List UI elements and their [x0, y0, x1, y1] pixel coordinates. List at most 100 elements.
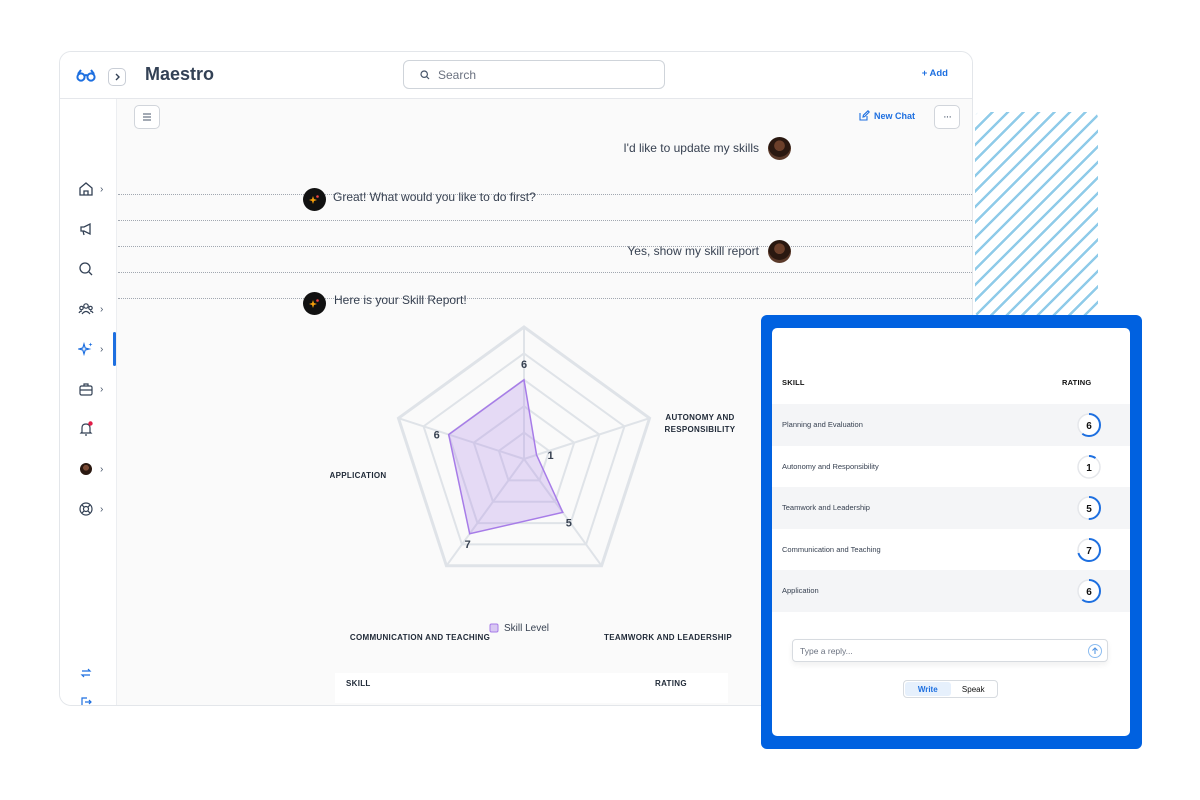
sparkles-icon — [309, 195, 319, 204]
table-row: Autonomy and Responsibility 1 — [772, 446, 1130, 488]
more-options-button[interactable]: ··· — [934, 105, 960, 129]
column-header-skill: SKILL — [782, 378, 805, 387]
search-input[interactable]: Search — [403, 60, 665, 89]
sidebar-item-people[interactable]: › — [78, 299, 112, 319]
table-header: SKILL RATING — [772, 356, 1130, 404]
arrow-up-icon — [1092, 647, 1098, 654]
sidebar-item-announcements[interactable] — [78, 219, 112, 239]
bot-message: Here is your Skill Report! — [334, 293, 467, 307]
skill-name: Teamwork and Leadership — [782, 503, 870, 513]
new-chat-button[interactable]: New Chat — [859, 110, 915, 121]
radar-axis-label: PLANNING AND EVALUATION — [464, 317, 585, 319]
active-indicator — [113, 332, 116, 366]
rating-value: 6 — [1086, 421, 1092, 432]
top-bar: Maestro Search + Add — [60, 52, 972, 99]
sidebar: › › › › › › — [60, 99, 117, 705]
rating-value: 5 — [1086, 504, 1092, 515]
radar-axis-label: COMMUNICATION AND TEACHING — [350, 633, 490, 642]
add-button[interactable]: + Add — [922, 68, 948, 79]
table-row: Teamwork and Leadership 5 — [772, 487, 1130, 530]
bot-avatar — [303, 188, 326, 211]
rating-ring: 6 — [1077, 413, 1101, 437]
avatar — [80, 463, 92, 475]
radar-value-label: 1 — [547, 450, 553, 462]
sidebar-item-support[interactable]: › — [78, 499, 112, 519]
send-button[interactable] — [1088, 644, 1102, 658]
sparkles-icon — [78, 341, 93, 357]
divider — [118, 220, 972, 221]
radar-value-label: 5 — [566, 517, 572, 529]
radar-value-label: 7 — [465, 539, 471, 551]
rating-ring: 5 — [1077, 496, 1101, 521]
user-message: I'd like to update my skills — [623, 141, 759, 155]
column-header-skill: SKILL — [346, 679, 371, 688]
divider — [118, 194, 972, 195]
table-row: Application 6 — [772, 570, 1130, 613]
bot-avatar — [303, 292, 326, 315]
reply-placeholder: Type a reply... — [800, 646, 853, 656]
radar-value-label: 6 — [434, 430, 440, 442]
chevron-right-icon: › — [100, 303, 104, 315]
search-icon — [420, 69, 430, 79]
bell-icon — [79, 421, 93, 436]
sidebar-item-notifications[interactable] — [78, 419, 112, 439]
table-row: Communication and Teaching 7 — [772, 529, 1130, 571]
skill-report-panel: SKILL RATING Planning and Evaluation 6 Aut… — [761, 315, 1142, 749]
people-icon — [78, 303, 94, 315]
sidebar-item-home[interactable]: › — [78, 179, 112, 199]
chevron-right-icon: › — [100, 503, 104, 515]
rating-ring: 7 — [1077, 537, 1101, 562]
rating-ring: 1 — [1077, 454, 1101, 479]
mode-toggle: Write Speak — [903, 680, 998, 698]
legend-label: Skill Level — [504, 623, 549, 634]
speak-mode-button[interactable]: Speak — [951, 682, 997, 696]
user-avatar — [768, 137, 791, 160]
logout-icon — [81, 697, 92, 705]
menu-icon — [143, 113, 151, 121]
chevron-right-icon: › — [100, 343, 104, 355]
skill-report-card: SKILL RATING Planning and Evaluation 6 Aut… — [772, 328, 1130, 736]
sidebar-item-profile[interactable]: › — [78, 459, 112, 479]
table-row: Planning and Evaluation 6 — [772, 404, 1130, 446]
chevron-right-icon: › — [100, 183, 104, 195]
radar-axis-label: RESPONSIBILITY — [665, 425, 736, 434]
rating-value: 6 — [1086, 587, 1092, 598]
sidebar-item-jobs[interactable]: › — [78, 379, 112, 399]
divider — [118, 298, 972, 299]
radar-axis-label: AUTONOMY AND — [665, 413, 734, 422]
radar-series-area — [447, 378, 564, 535]
expand-sidebar-button[interactable] — [108, 68, 126, 86]
sparkles-icon — [309, 299, 319, 308]
user-avatar — [768, 240, 791, 263]
bot-message: Great! What would you like to do first? — [333, 190, 536, 204]
user-message: Yes, show my skill report — [627, 244, 759, 258]
home-icon — [79, 182, 93, 196]
rating-ring: 6 — [1077, 579, 1101, 604]
skill-name: Planning and Evaluation — [782, 420, 863, 429]
switch-button[interactable] — [80, 663, 114, 683]
lifebuoy-icon — [79, 502, 93, 516]
search-placeholder: Search — [438, 67, 477, 82]
chevron-right-icon: › — [100, 463, 104, 475]
decorative-stripes — [975, 112, 1098, 317]
new-chat-label: New Chat — [874, 110, 916, 121]
radar-axis-label: APPLICATION — [330, 471, 386, 480]
skills-table-preview: SKILL RATING — [335, 673, 728, 703]
logo-icon — [76, 68, 96, 87]
logout-button[interactable] — [80, 692, 114, 705]
divider — [118, 272, 972, 273]
sidebar-item-search[interactable] — [78, 259, 112, 279]
divider — [118, 246, 972, 247]
rating-value: 7 — [1086, 546, 1092, 557]
column-header-rating: RATING — [655, 679, 687, 688]
rating-value: 1 — [1086, 463, 1092, 474]
reply-input[interactable]: Type a reply... — [792, 639, 1108, 662]
menu-button[interactable] — [134, 105, 160, 129]
sidebar-item-ai[interactable]: › — [78, 339, 112, 359]
briefcase-icon — [79, 383, 93, 396]
skill-name: Autonomy and Responsibility — [782, 461, 879, 471]
skill-radar-chart: 6 1 5 7 6 PLANNING AND EVALUATION AUTONOMY AND… — [330, 317, 736, 642]
legend-swatch — [489, 623, 499, 633]
radar-value-label: 6 — [521, 359, 527, 371]
write-mode-button[interactable]: Write — [905, 682, 951, 696]
